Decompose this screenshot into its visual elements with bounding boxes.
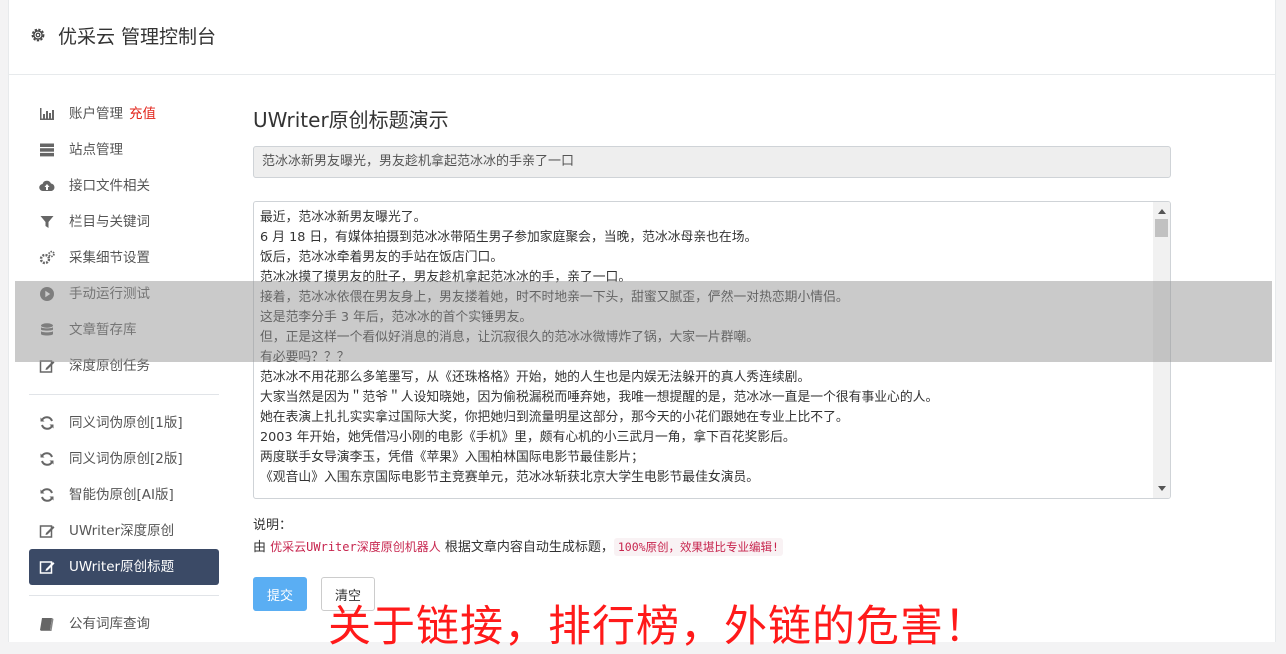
sidebar-item-interface-files[interactable]: 接口文件相关: [29, 168, 219, 204]
sidebar-item-label: 采集细节设置: [69, 250, 150, 266]
sidebar-item-label: UWriter原创标题: [69, 559, 175, 575]
book-icon: [40, 618, 54, 631]
sidebar-item-account[interactable]: 账户管理 充值: [29, 96, 219, 132]
server-icon: [40, 143, 54, 157]
refresh-icon: [40, 452, 54, 466]
sidebar-item-label: 接口文件相关: [69, 178, 150, 194]
sidebar-item-label: 智能伪原创[AI版]: [69, 487, 174, 503]
sidebar-item-public-lexicon[interactable]: 公有词库查询: [29, 606, 219, 642]
cloud-upload-icon: [39, 180, 55, 192]
sidebar-item-label: UWriter深度原创: [69, 523, 175, 539]
note-highlight: 优采云UWriter深度原创机器人: [270, 540, 441, 554]
app-title: 优采云 管理控制台: [58, 26, 217, 48]
sidebar-item-smart-ai[interactable]: 智能伪原创[AI版]: [29, 477, 219, 513]
filter-icon: [40, 216, 54, 228]
content-line: 6 月 18 日，有媒体拍摄到范冰冰带陌生男子参加家庭聚会，当晚，范冰冰母亲也在…: [260, 230, 758, 245]
gears-icon: [39, 250, 55, 265]
sidebar-divider: [29, 394, 219, 395]
header-bar: 优采云 管理控制台: [9, 0, 1275, 75]
content-line: 两度联手女导演李玉，凭借《苹果》入围柏林国际电影节最佳影片；: [260, 450, 644, 465]
sidebar-item-categories-keywords[interactable]: 栏目与关键词: [29, 204, 219, 240]
note-description: 由 优采云UWriter深度原创机器人 根据文章内容自动生成标题， 100%原创，…: [253, 536, 783, 556]
main-content: UWriter原创标题演示 范冰冰新男友曝光，男友趁机拿起范冰冰的手亲了一口 最…: [253, 96, 1173, 611]
submit-button[interactable]: 提交: [253, 577, 307, 611]
content-line: 范冰冰不用花那么多笔墨写，从《还珠格格》开始，她的人生也是内娱无法躲开的真人秀连…: [260, 370, 811, 385]
content-line: 她在表演上扎扎实实拿过国际大奖，你把她归到流量明星这部分，那今天的小花们跟她在专…: [260, 410, 849, 425]
sidebar-item-label: 公有词库查询: [69, 616, 150, 632]
bar-chart-icon: [40, 108, 54, 120]
content-line: 2003 年开始，她凭借冯小刚的电影《手机》里，颇有心机的小三武月一角，拿下百花…: [260, 430, 796, 445]
note-label: 说明：: [253, 518, 293, 533]
edit-icon: [39, 561, 55, 574]
refresh-icon: [40, 416, 54, 430]
sidebar-item-synonym-v1[interactable]: 同义词伪原创[1版]: [29, 405, 219, 441]
gear-icon: [31, 28, 45, 42]
sidebar-item-label: 栏目与关键词: [69, 214, 150, 230]
sidebar-item-uwriter-title[interactable]: UWriter原创标题: [29, 549, 219, 585]
sidebar-item-label: 同义词伪原创[2版]: [69, 451, 183, 467]
gray-overlay-band: [15, 281, 1272, 362]
sidebar-item-synonym-v2[interactable]: 同义词伪原创[2版]: [29, 441, 219, 477]
note-code: 100%原创，效果堪比专业编辑!: [613, 538, 783, 556]
generated-title-field[interactable]: 范冰冰新男友曝光，男友趁机拿起范冰冰的手亲了一口: [253, 146, 1171, 178]
sidebar-item-collection-settings[interactable]: 采集细节设置: [29, 240, 219, 276]
content-line: 最近，范冰冰新男友曝光了。: [260, 210, 427, 225]
sidebar-item-label: 同义词伪原创[1版]: [69, 415, 183, 431]
note-prefix: 由: [253, 540, 271, 555]
edit-icon: [39, 525, 55, 538]
content-line: 饭后，范冰冰牵着男友的手站在饭店门口。: [260, 250, 504, 265]
sidebar-divider: [29, 595, 219, 596]
scroll-down-arrow-icon[interactable]: [1158, 486, 1166, 491]
refresh-icon: [40, 488, 54, 502]
note-middle: 根据文章内容自动生成标题，: [440, 540, 614, 555]
recharge-badge[interactable]: 充值: [129, 106, 156, 122]
sidebar-item-uwriter-deep[interactable]: UWriter深度原创: [29, 513, 219, 549]
sidebar-item-sites[interactable]: 站点管理: [29, 132, 219, 168]
scroll-up-arrow-icon[interactable]: [1158, 209, 1166, 214]
sidebar-item-label: 站点管理: [69, 142, 123, 158]
sidebar: 账户管理 充值 站点管理 接口文件相关 栏目与关键词 采集细节设置 深度原创任务…: [29, 96, 219, 642]
content-line: 《观音山》入围东京国际电影节主竞赛单元，范冰冰斩获北京大学生电影节最佳女演员。: [260, 470, 760, 485]
scroll-thumb[interactable]: [1155, 219, 1168, 237]
watermark-caption: 关于链接，排行榜，外链的危害！: [328, 602, 988, 652]
content-line: 大家当然是因为＂范爷＂人设知晓她，因为偷税漏税而唾弃她，我唯一想提醒的是，范冰冰…: [260, 390, 939, 405]
page-title: UWriter原创标题演示: [253, 108, 449, 132]
sidebar-item-label: 账户管理: [69, 106, 123, 122]
